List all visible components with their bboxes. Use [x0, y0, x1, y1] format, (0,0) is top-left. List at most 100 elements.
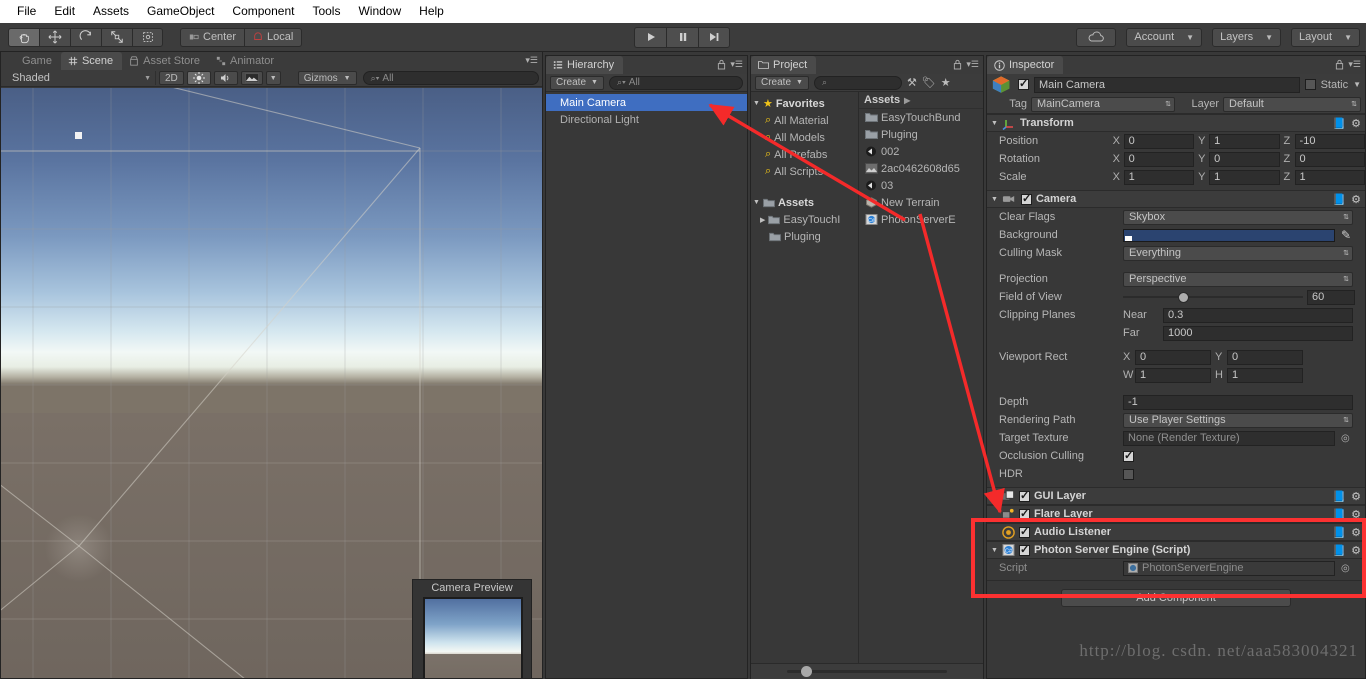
help-icon[interactable]: 📘 [1332, 193, 1346, 206]
flare-layer-enabled-checkbox[interactable] [1019, 509, 1030, 520]
toggle-audio-button[interactable] [214, 71, 238, 85]
rotation-y-input[interactable]: 0 [1209, 152, 1279, 167]
project-assets-group[interactable]: ▼ Assets [751, 194, 858, 211]
add-component-button[interactable]: Add Component [1061, 589, 1291, 607]
eyedropper-icon[interactable]: ✎ [1341, 228, 1351, 242]
gizmos-dropdown[interactable]: Gizmos▼ [298, 71, 357, 85]
help-icon[interactable]: 📘 [1332, 508, 1346, 521]
projection-dropdown[interactable]: Perspective⇅ [1123, 272, 1353, 287]
chevron-down-icon[interactable]: ▼ [991, 547, 998, 554]
viewport-w-input[interactable]: 1 [1135, 368, 1211, 383]
project-tree-item-easytouch[interactable]: ▶ EasyTouchI [751, 211, 858, 228]
project-favorite-all-scripts[interactable]: ⌕ All Scripts [751, 163, 858, 180]
viewport-y-input[interactable]: 0 [1227, 350, 1303, 365]
menu-item-help[interactable]: Help [410, 0, 453, 23]
account-dropdown[interactable]: Account▼ [1126, 28, 1202, 47]
effects-dropdown[interactable]: ▼ [266, 71, 281, 85]
tab-hierarchy[interactable]: Hierarchy [546, 56, 623, 74]
background-color-field[interactable] [1123, 229, 1335, 242]
tab-asset-store[interactable]: Asset Store [122, 52, 209, 70]
position-x-input[interactable]: 0 [1124, 134, 1194, 149]
rotation-z-input[interactable]: 0 [1295, 152, 1365, 167]
search-by-label-icon[interactable]: 🏷 [922, 76, 936, 89]
photon-script-field[interactable]: PhotonServerEngine [1123, 561, 1335, 576]
fov-slider[interactable] [1123, 290, 1303, 304]
fov-input[interactable]: 60 [1307, 290, 1355, 305]
gui-layer-enabled-checkbox[interactable] [1019, 491, 1030, 502]
scene-tab-menu[interactable]: ▾☰ [525, 55, 538, 66]
clear-flags-dropdown[interactable]: Skybox⇅ [1123, 210, 1353, 225]
object-name-input[interactable]: Main Camera [1034, 77, 1300, 93]
layer-dropdown[interactable]: Default⇅ [1223, 97, 1361, 112]
project-file-row[interactable]: 002 [859, 143, 983, 160]
tab-scene[interactable]: Scene [61, 52, 122, 70]
hierarchy-search-input[interactable]: ⌕▾ All [609, 76, 743, 90]
object-picker-icon[interactable]: ◎ [1341, 433, 1350, 444]
pivot-mode-button[interactable]: Center [180, 28, 244, 47]
hierarchy-tab-menu[interactable]: ▾☰ [717, 59, 743, 70]
favorite-star-icon[interactable]: ★ [941, 76, 951, 89]
depth-input[interactable]: -1 [1123, 395, 1353, 410]
hdr-checkbox[interactable] [1123, 469, 1134, 480]
chevron-down-icon[interactable]: ▼ [991, 196, 998, 203]
scale-x-input[interactable]: 1 [1124, 170, 1194, 185]
near-input[interactable]: 0.3 [1163, 308, 1353, 323]
help-icon[interactable]: 📘 [1332, 526, 1346, 539]
gui-layer-component-header[interactable]: GUI Layer 📘 ⚙ [987, 487, 1365, 505]
project-favorite-all-materials[interactable]: ⌕ All Material [751, 112, 858, 129]
static-checkbox[interactable] [1305, 79, 1316, 90]
object-picker-icon[interactable]: ◎ [1341, 563, 1350, 574]
audio-listener-component-header[interactable]: Audio Listener 📘 ⚙ [987, 523, 1365, 541]
menu-item-component[interactable]: Component [223, 0, 303, 23]
menu-item-file[interactable]: File [8, 0, 45, 23]
menu-item-assets[interactable]: Assets [84, 0, 138, 23]
toggle-lighting-button[interactable] [187, 71, 211, 85]
gear-icon[interactable]: ⚙ [1351, 193, 1361, 206]
camera-enabled-checkbox[interactable] [1021, 194, 1032, 205]
project-create-button[interactable]: Create▼ [755, 76, 809, 90]
tab-game[interactable]: Game [1, 52, 61, 70]
search-by-type-icon[interactable]: ⚒ [907, 76, 917, 89]
hierarchy-create-button[interactable]: Create▼ [550, 76, 604, 90]
project-file-row[interactable]: EasyTouchBund [859, 109, 983, 126]
step-button[interactable] [698, 27, 730, 48]
project-favorite-all-models[interactable]: ⌕ All Models [751, 129, 858, 146]
hand-tool-button[interactable] [8, 28, 39, 47]
slider-handle[interactable] [801, 666, 812, 677]
occlusion-checkbox[interactable] [1123, 451, 1134, 462]
rect-tool-button[interactable] [132, 28, 163, 47]
transform-component-header[interactable]: ▼ Transform 📘 ⚙ [987, 114, 1365, 132]
play-button[interactable] [634, 27, 666, 48]
menu-item-gameobject[interactable]: GameObject [138, 0, 223, 23]
toggle-2d-button[interactable]: 2D [159, 71, 184, 85]
position-y-input[interactable]: 1 [1209, 134, 1279, 149]
help-icon[interactable]: 📘 [1332, 117, 1346, 130]
camera-component-header[interactable]: ▼ Camera 📘 ⚙ [987, 190, 1365, 208]
scale-y-input[interactable]: 1 [1209, 170, 1279, 185]
menu-item-tools[interactable]: Tools [303, 0, 349, 23]
gear-icon[interactable]: ⚙ [1351, 508, 1361, 521]
menu-item-window[interactable]: Window [349, 0, 410, 23]
fov-slider-handle[interactable] [1178, 292, 1189, 303]
position-z-input[interactable]: -10 [1295, 134, 1365, 149]
tab-animator[interactable]: Animator [209, 52, 283, 70]
scale-tool-button[interactable] [101, 28, 132, 47]
chevron-down-icon[interactable]: ▼ [991, 120, 998, 127]
inspector-tab-menu[interactable]: ▾☰ [1335, 59, 1361, 70]
chevron-down-icon[interactable]: ▼ [1353, 80, 1361, 89]
photon-enabled-checkbox[interactable] [1019, 545, 1030, 556]
far-input[interactable]: 1000 [1163, 326, 1353, 341]
rendering-path-dropdown[interactable]: Use Player Settings⇅ [1123, 413, 1353, 428]
audio-listener-enabled-checkbox[interactable] [1019, 527, 1030, 538]
hierarchy-item-directional-light[interactable]: Directional Light [546, 111, 747, 128]
photon-server-engine-header[interactable]: ▼ C# Photon Server Engine (Script) 📘 ⚙ [987, 541, 1365, 559]
object-enabled-checkbox[interactable] [1018, 79, 1029, 90]
menu-item-edit[interactable]: Edit [45, 0, 84, 23]
hierarchy-item-main-camera[interactable]: Main Camera [546, 94, 747, 111]
project-file-row[interactable]: 2ac0462608d65 [859, 160, 983, 177]
rotate-tool-button[interactable] [70, 28, 101, 47]
cloud-services-button[interactable] [1076, 28, 1116, 47]
gear-icon[interactable]: ⚙ [1351, 526, 1361, 539]
gear-icon[interactable]: ⚙ [1351, 490, 1361, 503]
rotation-x-input[interactable]: 0 [1124, 152, 1194, 167]
